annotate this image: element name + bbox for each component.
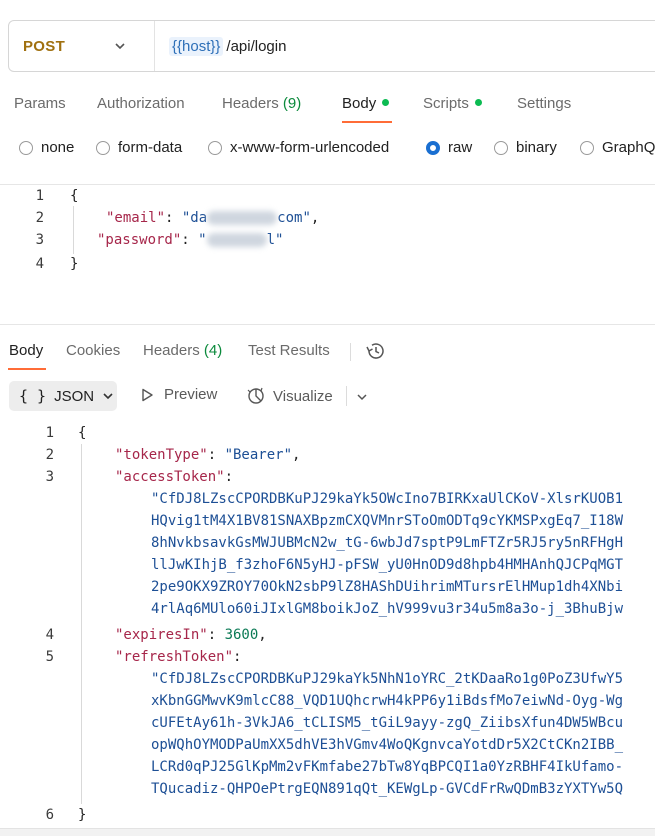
line-number: 1 [35, 188, 44, 204]
chevron-down-icon[interactable] [355, 390, 369, 404]
token-line: opWQhOYMODPaUmXX5dhVE3hVGmv4WoQKgnvcaYot… [151, 737, 624, 753]
preview-button[interactable]: Preview [139, 386, 217, 403]
indent-guide [73, 206, 74, 254]
tab-params[interactable]: Params [14, 95, 66, 112]
separator [346, 386, 347, 406]
radio-none[interactable]: none [19, 139, 74, 156]
play-icon [142, 388, 153, 401]
active-response-tab-indicator [8, 368, 46, 370]
body-type-selector: none form-data x-www-form-urlencoded raw… [0, 134, 655, 164]
token-line: 4rlAq6MUlo60iJIxlGM8boikJoZ_hV999vu3r34u… [151, 601, 624, 617]
line-number: 4 [35, 256, 44, 272]
radio-form-data-circle[interactable] [96, 140, 110, 155]
code-line: { [70, 188, 79, 204]
code-line: "tokenType": "Bearer", [115, 447, 301, 463]
line-number: 5 [45, 649, 54, 665]
visualize-icon [247, 387, 264, 404]
token-line: llJwKIhjB_f3zhoF6N5yHJ-pFSW_yU0HnOD9d8hp… [151, 557, 624, 573]
radio-binary[interactable]: binary [494, 139, 557, 156]
code-line: "password": " l" [97, 232, 284, 248]
code-line: "email": "da com", [106, 210, 320, 226]
line-number: 6 [45, 807, 54, 823]
chevron-down-icon [103, 393, 113, 400]
redacted-value [207, 211, 278, 225]
body-status-dot [382, 98, 390, 106]
url-bar: POST {{host}} /api/login [8, 20, 655, 72]
status-bar [0, 828, 655, 836]
visualize-button[interactable]: Visualize [246, 386, 333, 406]
code-line: { [78, 425, 87, 441]
response-tab-body[interactable]: Body [9, 342, 43, 359]
radio-graphql[interactable]: GraphQ [580, 139, 655, 156]
line-number: 1 [45, 425, 54, 441]
token-line: HQvig1tM4X1BV81SNAXBpzmCXQVMnrSToOmODTq9… [151, 513, 624, 529]
token-line: "CfDJ8LZscCPORDBKuPJ29kaYk5OWcIno7BIRKxa… [151, 491, 624, 507]
radio-raw-circle[interactable] [426, 140, 440, 155]
chevron-down-icon[interactable] [113, 39, 127, 53]
braces-icon: { } [19, 387, 47, 405]
url-host-variable: {{host}} [169, 36, 224, 56]
history-icon[interactable] [364, 341, 386, 361]
url-path: /api/login [226, 37, 287, 55]
scripts-status-dot [474, 98, 482, 106]
divider [0, 184, 655, 185]
radio-form-data[interactable]: form-data [96, 139, 182, 156]
token-line: 8hNvkbsavkGsMWJUBMcN2w_tG-6wbJd7sptP9LmF… [151, 535, 624, 551]
response-tab-cookies[interactable]: Cookies [66, 342, 120, 359]
response-tab-test-results[interactable]: Test Results [248, 342, 330, 359]
token-line: xKbnGGMwvK9mlcC88_VQD1UQhcrwH4kPP6y1iBds… [151, 693, 624, 709]
line-number: 2 [35, 210, 44, 226]
radio-urlencoded-circle[interactable] [208, 140, 222, 155]
line-number: 3 [45, 469, 54, 485]
code-line: } [78, 807, 87, 823]
code-line: "expiresIn": 3600, [115, 627, 267, 643]
token-line: 2pe9OKX9ZROY70OkN2sbP9lZ8HAShDUihrimMTur… [151, 579, 624, 595]
radio-binary-circle[interactable] [494, 140, 508, 155]
format-label: JSON [54, 387, 95, 405]
method-selector[interactable]: POST [9, 21, 155, 71]
format-dropdown[interactable]: { } JSON [9, 381, 117, 411]
indent-guide [81, 444, 82, 804]
separator [350, 343, 351, 361]
radio-x-www-form-urlencoded[interactable]: x-www-form-urlencoded [208, 139, 389, 156]
radio-none-circle[interactable] [19, 140, 33, 155]
response-headers-count: (4) [203, 342, 223, 359]
redacted-value [206, 233, 267, 247]
method-label: POST [23, 37, 66, 55]
line-number: 3 [35, 232, 44, 248]
line-number: 4 [45, 627, 54, 643]
code-line: "accessToken": [115, 469, 234, 485]
tab-body[interactable]: Body [342, 95, 390, 112]
tab-authorization[interactable]: Authorization [97, 95, 185, 112]
token-line: LCRd0qPJ25GlKpMm2vFKmfabe27bTw8YqBPCQI1a… [151, 759, 624, 775]
request-tabs: Params Authorization Headers (9) Body Sc… [0, 88, 655, 124]
tab-scripts[interactable]: Scripts [423, 95, 482, 112]
panel-divider [0, 324, 655, 325]
response-tab-headers[interactable]: Headers (4) [143, 342, 222, 359]
token-line: "CfDJ8LZscCPORDBKuPJ29kaYk5NhN1oYRC_2tKD… [151, 671, 624, 687]
tab-headers[interactable]: Headers (9) [222, 95, 301, 112]
code-line: } [70, 256, 79, 272]
radio-graphql-circle[interactable] [580, 140, 594, 155]
line-number: 2 [45, 447, 54, 463]
active-tab-indicator [342, 121, 392, 123]
radio-raw[interactable]: raw [426, 139, 472, 156]
tab-settings[interactable]: Settings [517, 95, 571, 112]
token-line: cUFEtAy61h-3VkJA6_tCLISM5_tGiL9ayy-zgQ_Z… [151, 715, 624, 731]
headers-count: (9) [282, 95, 302, 112]
url-input[interactable]: {{host}} /api/login [155, 36, 287, 56]
code-line: "refreshToken": [115, 649, 242, 665]
token-line: TQucadiz-QHPOePtrgEQN891qQt_KEWgLp-GVCdF… [151, 781, 624, 797]
